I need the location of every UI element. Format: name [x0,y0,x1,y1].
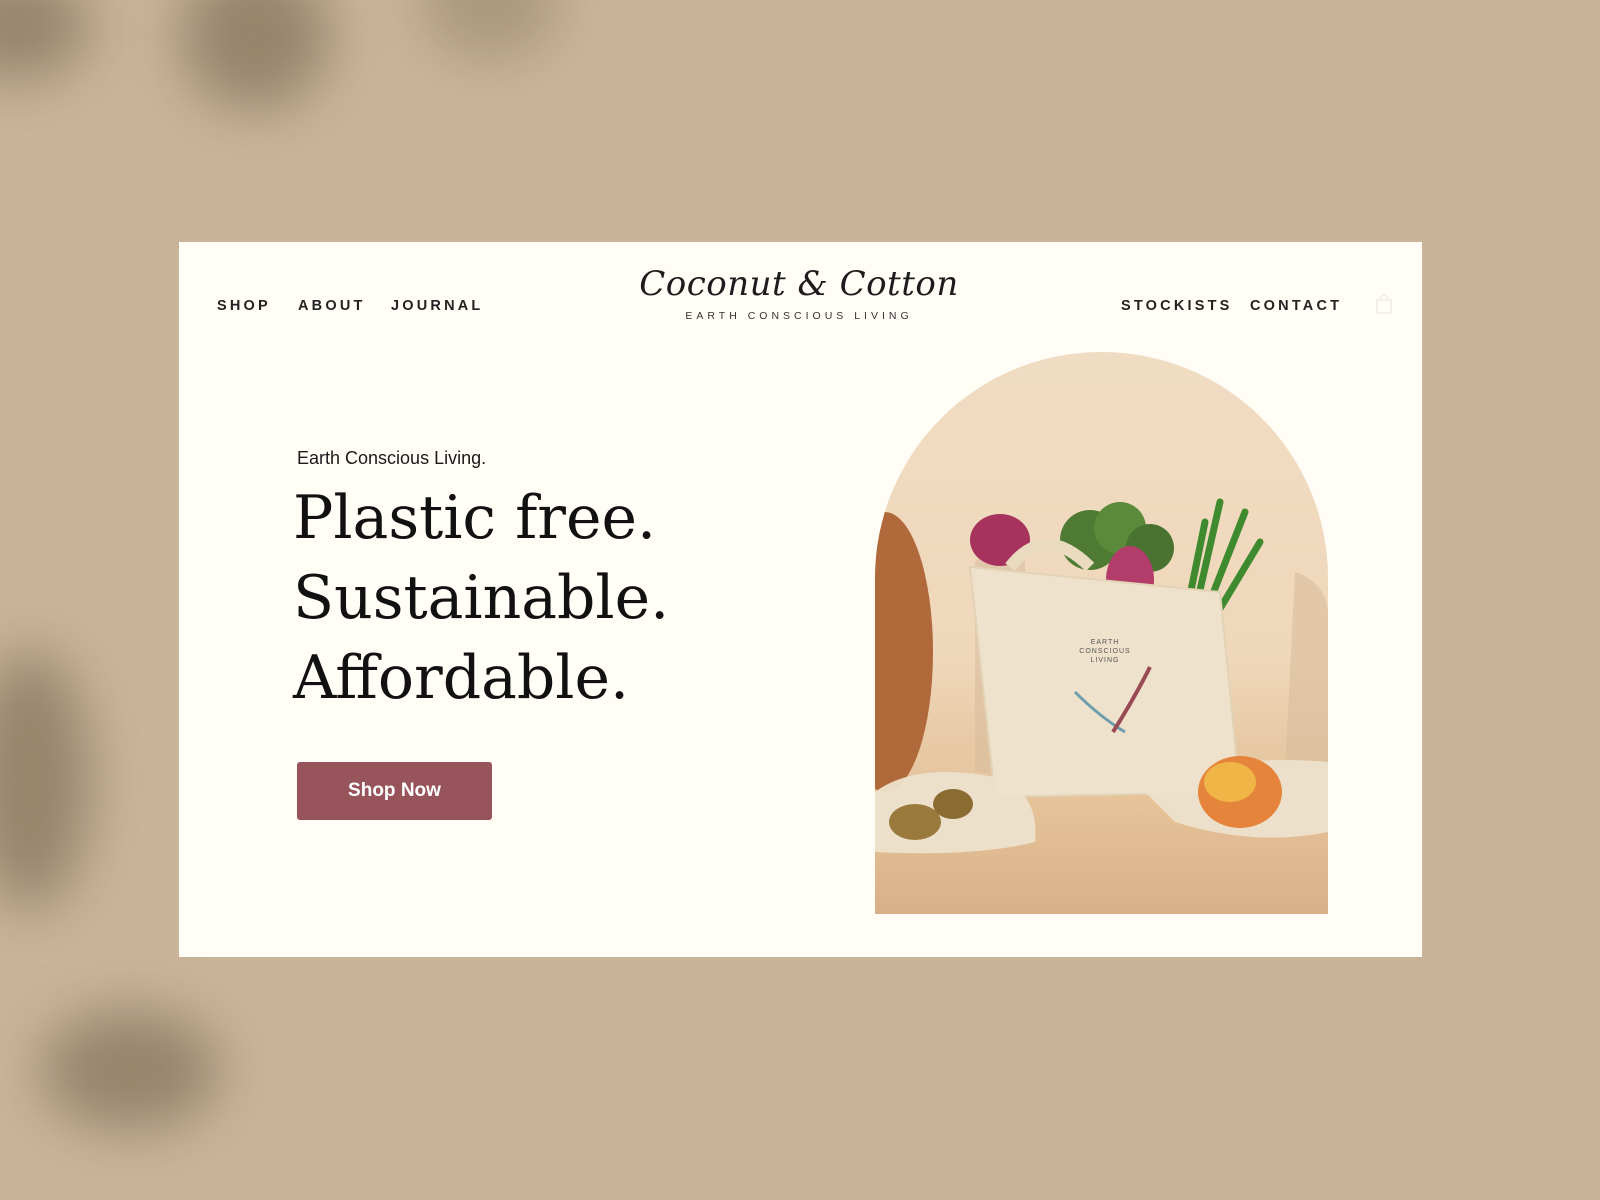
background-shadow [420,0,560,60]
cutting-board [875,512,933,792]
hero-image: EARTH CONSCIOUS LIVING [875,352,1328,914]
tote-print: LIVING [1091,657,1120,664]
website-card: SHOP ABOUT JOURNAL Coconut & Cotton EART… [179,242,1422,957]
nav-contact[interactable]: CONTACT [1250,298,1342,314]
hero-eyebrow: Earth Conscious Living. [297,448,487,468]
tote-print: EARTH [1091,639,1120,646]
kiwi [933,789,973,819]
shop-now-button[interactable]: Shop Now [297,762,492,820]
tote-print: CONSCIOUS [1079,648,1130,655]
hero-illustration: EARTH CONSCIOUS LIVING [875,498,1328,914]
background-shadow [180,0,330,110]
logo-tagline: EARTH CONSCIOUS LIVING [685,310,913,322]
wall-shadow [1285,572,1328,772]
nav-about[interactable]: ABOUT [298,298,366,314]
nav-shop[interactable]: SHOP [217,298,271,314]
background-shadow [40,1010,220,1130]
nav-journal[interactable]: JOURNAL [391,298,484,314]
tote-bag [968,565,1242,799]
background-shadow [0,0,90,80]
hero-headline: Plastic free. Sustainable. Affordable. [293,478,669,718]
logo-wordmark: Coconut & Cotton [639,264,959,304]
headline-line: Sustainable. [293,563,670,633]
logo[interactable]: Coconut & Cotton EARTH CONSCIOUS LIVING [639,264,959,322]
shopping-bag-icon[interactable] [1375,294,1393,314]
background-shadow [0,650,90,910]
kiwi [889,804,941,840]
headline-line: Plastic free. [293,483,657,553]
nav-stockists[interactable]: STOCKISTS [1121,298,1233,314]
headline-line: Affordable. [293,643,630,713]
